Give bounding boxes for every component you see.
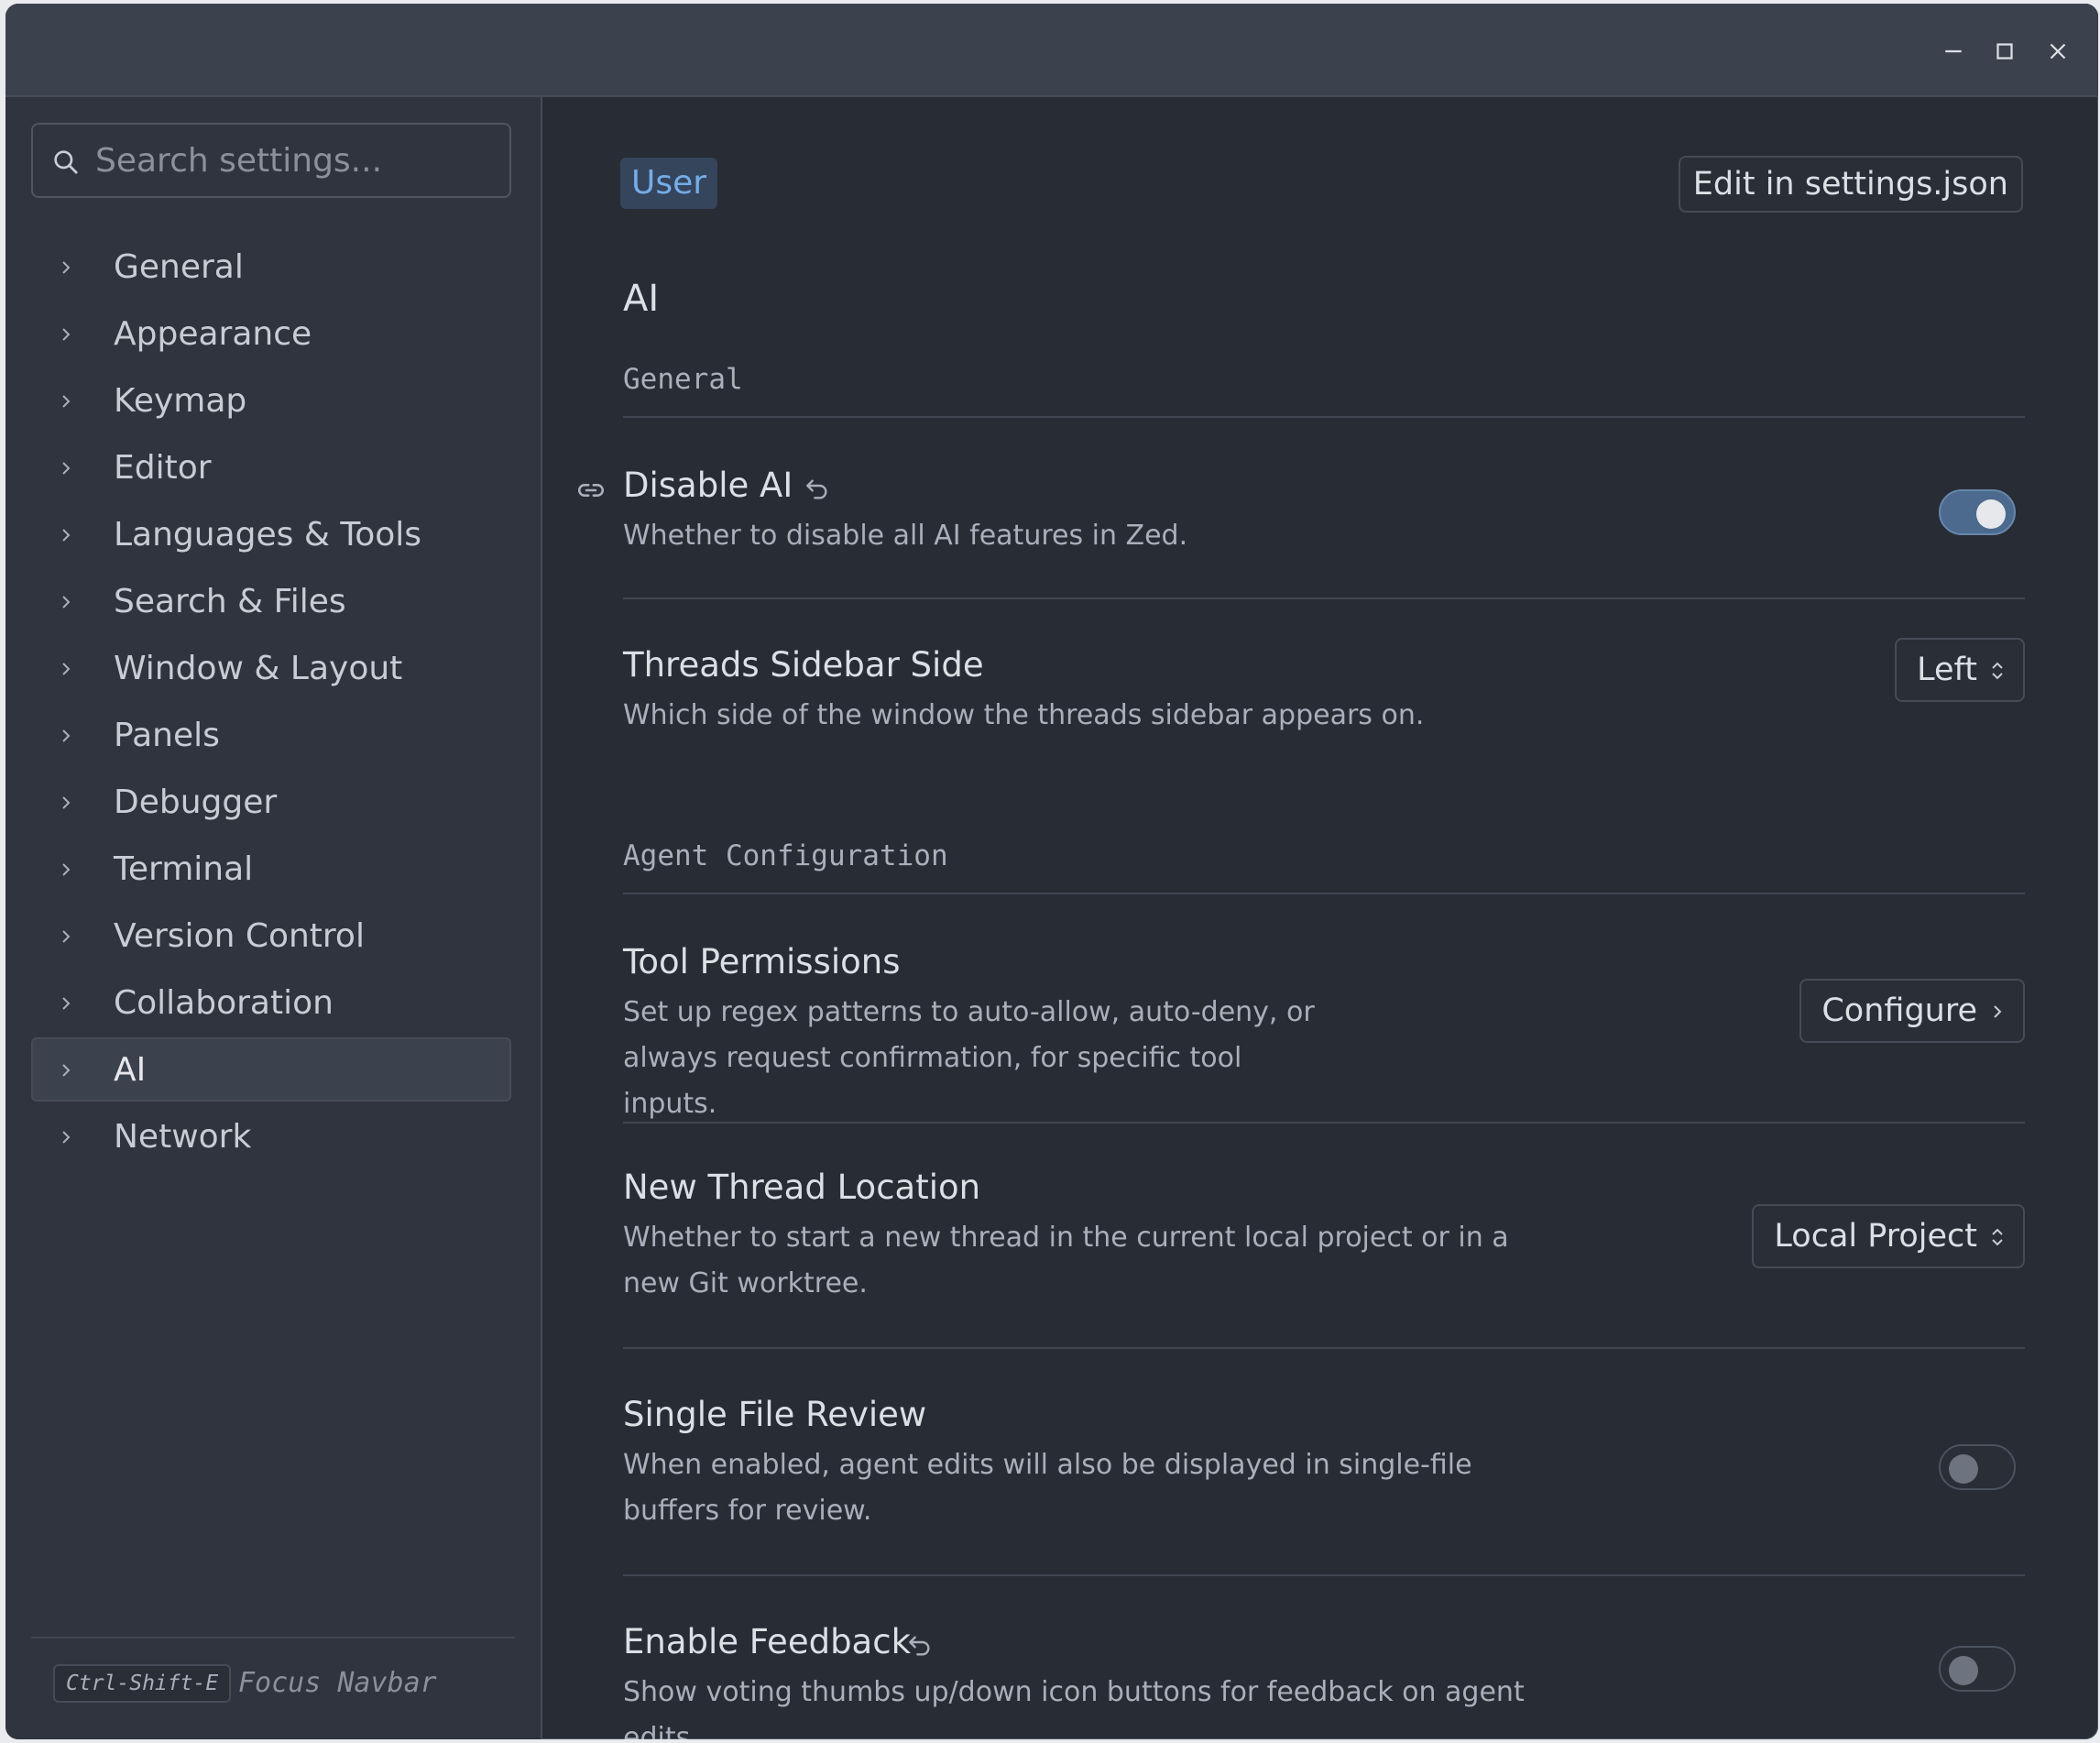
sidebar-item-label: Window & Layout [114, 650, 403, 687]
search-icon [54, 150, 78, 174]
settings-window: General Appearance Keymap Editor Languag… [5, 4, 2098, 1739]
sidebar-item-collaboration[interactable]: Collaboration [31, 970, 511, 1035]
setting-tool-permissions: Tool Permissions Set up regex patterns t… [623, 940, 2025, 1124]
reset-icon[interactable] [803, 475, 832, 504]
setting-title: Threads Sidebar Side [623, 645, 984, 685]
search-input[interactable] [95, 125, 498, 196]
sidebar-item-label: Search & Files [114, 583, 346, 620]
select-value: Local Project [1774, 1218, 1977, 1255]
configure-tool-permissions-button[interactable]: Configure [1799, 979, 2025, 1043]
sidebar-item-editor[interactable]: Editor [31, 435, 511, 499]
button-label: Configure [1821, 992, 1977, 1029]
sidebar-item-label: Network [114, 1118, 252, 1156]
minimize-icon[interactable] [1926, 24, 1981, 79]
sidebar-item-label: Editor [114, 449, 212, 487]
single-file-review-toggle[interactable] [1939, 1444, 2016, 1490]
close-icon[interactable] [2030, 24, 2085, 79]
settings-content: User Edit in settings.json AI General Di… [542, 97, 2098, 1739]
sidebar-item-window-layout[interactable]: Window & Layout [31, 636, 511, 700]
sidebar-item-label: Languages & Tools [114, 516, 422, 554]
keybinding-badge: Ctrl-Shift-E [53, 1664, 232, 1703]
sidebar-item-ai[interactable]: AI [31, 1037, 511, 1102]
chevron-right-icon [62, 663, 71, 675]
sidebar-item-label: Panels [114, 717, 220, 754]
sidebar-item-label: Terminal [114, 850, 254, 888]
enable-feedback-toggle[interactable] [1939, 1646, 2016, 1692]
section-heading-general: General [623, 361, 2025, 418]
sidebar-item-panels[interactable]: Panels [31, 703, 511, 767]
toggle-knob [1949, 1656, 1978, 1685]
settings-sidebar: General Appearance Keymap Editor Languag… [5, 97, 542, 1739]
focus-navbar-hint: Focus Navbar [238, 1667, 437, 1699]
toggle-knob [1949, 1454, 1978, 1484]
setting-description: When enabled, agent edits will also be d… [623, 1449, 1472, 1527]
toggle-knob [1976, 499, 2006, 529]
sidebar-item-label: Collaboration [114, 984, 334, 1022]
chevron-up-down-icon [1992, 662, 2003, 680]
section-heading-agent-configuration: Agent Configuration [623, 838, 2025, 894]
chevron-right-icon [62, 529, 71, 542]
setting-description: Whether to start a new thread in the cur… [623, 1222, 1509, 1299]
new-thread-location-select[interactable]: Local Project [1752, 1204, 2025, 1268]
sidebar-item-terminal[interactable]: Terminal [31, 837, 511, 901]
chevron-right-icon [62, 997, 71, 1010]
sidebar-item-label: Debugger [114, 784, 278, 821]
sidebar-item-appearance[interactable]: Appearance [31, 301, 511, 366]
sidebar-item-languages-tools[interactable]: Languages & Tools [31, 502, 511, 566]
settings-nav: General Appearance Keymap Editor Languag… [31, 235, 511, 1171]
reset-icon[interactable] [905, 1631, 935, 1661]
sidebar-item-label: AI [114, 1051, 147, 1089]
setting-new-thread-location: New Thread Location Whether to start a n… [623, 1166, 2025, 1349]
setting-description: Show voting thumbs up/down icon buttons … [623, 1676, 1525, 1739]
sidebar-item-label: Version Control [114, 917, 365, 955]
search-box[interactable] [31, 123, 511, 198]
chevron-right-icon [62, 729, 71, 742]
chevron-right-icon [62, 328, 71, 341]
chevron-right-icon [62, 462, 71, 475]
sidebar-item-label: Keymap [114, 382, 247, 420]
chevron-right-icon [62, 395, 71, 408]
chevron-right-icon [62, 261, 71, 274]
setting-description: Set up regex patterns to auto-allow, aut… [623, 996, 1315, 1120]
sidebar-item-label: Appearance [114, 315, 312, 353]
setting-title: Tool Permissions [623, 942, 901, 981]
title-bar [5, 4, 2098, 97]
chevron-right-icon [62, 863, 71, 876]
edit-settings-json-button[interactable]: Edit in settings.json [1678, 156, 2023, 213]
sidebar-item-label: General [114, 248, 244, 286]
chevron-right-icon [62, 930, 71, 943]
chevron-up-down-icon [1992, 1228, 2003, 1246]
sidebar-item-version-control[interactable]: Version Control [31, 904, 511, 968]
sidebar-item-debugger[interactable]: Debugger [31, 770, 511, 834]
setting-description: Which side of the window the threads sid… [623, 699, 1425, 731]
threads-sidebar-side-select[interactable]: Left [1895, 638, 2025, 702]
setting-title: Enable Feedback [623, 1622, 911, 1661]
setting-title: New Thread Location [623, 1167, 981, 1207]
setting-threads-sidebar-side: Threads Sidebar Side Which side of the w… [623, 638, 2025, 744]
chevron-right-icon [62, 1064, 71, 1077]
setting-description: Whether to disable all AI features in Ze… [623, 520, 1188, 552]
chevron-right-icon [62, 796, 71, 809]
setting-enable-feedback: Enable Feedback Show voting thumbs up/do… [623, 1620, 2025, 1739]
page-title: AI [623, 278, 660, 320]
chevron-right-icon [1994, 1005, 2002, 1018]
chevron-right-icon [62, 596, 71, 608]
scope-tab-user[interactable]: User [620, 158, 718, 209]
link-icon[interactable] [575, 475, 607, 506]
sidebar-item-search-files[interactable]: Search & Files [31, 569, 511, 633]
maximize-icon[interactable] [1977, 24, 2032, 79]
chevron-right-icon [62, 1131, 71, 1144]
setting-title: Single File Review [623, 1395, 927, 1434]
setting-disable-ai: Disable AI Whether to disable all AI fea… [578, 464, 2025, 599]
select-value: Left [1917, 652, 1977, 688]
sidebar-item-network[interactable]: Network [31, 1104, 511, 1168]
setting-title: Disable AI [623, 466, 793, 505]
setting-single-file-review: Single File Review When enabled, agent e… [623, 1393, 2025, 1576]
sidebar-footer: Ctrl-Shift-E Focus Navbar [31, 1637, 515, 1739]
sidebar-item-keymap[interactable]: Keymap [31, 368, 511, 433]
sidebar-item-general[interactable]: General [31, 235, 511, 299]
disable-ai-toggle[interactable] [1939, 489, 2016, 535]
